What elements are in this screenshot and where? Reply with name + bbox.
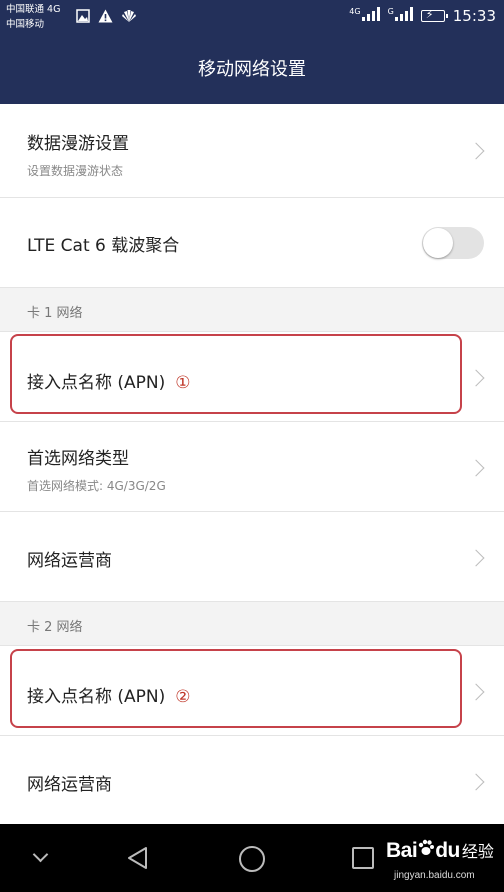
sim1-operator-title: 网络运营商 [27, 551, 112, 571]
watermark-cn: 经验 [461, 844, 494, 861]
sim1-section-label: 卡 1 网络 [27, 306, 83, 321]
battery-icon: ⚡ [420, 8, 448, 22]
chevron-right-icon [467, 683, 485, 701]
data-roaming-title: 数据漫游设置 [27, 134, 129, 154]
carrier-2: 中国移动 [6, 19, 45, 30]
sim2-network-section: 卡 2 网络 [0, 602, 504, 646]
highlight-box-1 [10, 334, 462, 414]
chevron-right-icon [467, 773, 485, 791]
sim2-network-type: G [387, 7, 394, 16]
chevron-right-icon [467, 369, 485, 387]
watermark-brand: Bai [386, 839, 418, 862]
carrier-info: 中国联通 4G 中国移动 [6, 2, 60, 32]
huawei-icon [121, 9, 137, 27]
preferred-network-title: 首选网络类型 [27, 449, 129, 469]
chevron-right-icon [467, 549, 485, 567]
image-icon [76, 9, 90, 27]
notification-icons [76, 9, 137, 27]
data-roaming-settings[interactable]: 数据漫游设置 设置数据漫游状态 [0, 104, 504, 198]
chevron-right-icon [467, 459, 485, 477]
sim1-network-section: 卡 1 网络 [0, 288, 504, 332]
data-roaming-subtitle: 设置数据漫游状态 [27, 164, 124, 178]
carrier-1: 中国联通 4G [6, 4, 61, 15]
watermark-url: jingyan.baidu.com [394, 870, 475, 881]
watermark-brand-end: du [435, 839, 460, 862]
system-status: 4G G ⚡ 15:33 [349, 7, 496, 25]
sim1-network-operator[interactable]: 网络运营商 [0, 512, 504, 602]
highlight-box-2 [10, 649, 462, 728]
nav-down-icon[interactable] [32, 846, 49, 863]
lte-cat6-title: LTE Cat 6 载波聚合 [27, 236, 180, 256]
lte-carrier-aggregation[interactable]: LTE Cat 6 载波聚合 [0, 198, 504, 288]
sim2-operator-title: 网络运营商 [27, 775, 112, 795]
sim2-signal: G [388, 7, 413, 25]
lte-cat6-toggle[interactable] [422, 227, 484, 259]
signal-icon [394, 7, 413, 21]
page-title: 移动网络设置 [0, 36, 504, 104]
paw-icon [417, 839, 435, 861]
preferred-network-type[interactable]: 首选网络类型 首选网络模式: 4G/3G/2G [0, 422, 504, 512]
navigation-bar: Bai du 经验 jingyan.baidu.com [0, 824, 504, 892]
sim2-section-label: 卡 2 网络 [27, 620, 83, 635]
chevron-right-icon [467, 142, 485, 160]
home-icon[interactable] [239, 846, 265, 872]
recent-apps-icon[interactable] [352, 847, 374, 869]
signal-icon [361, 7, 380, 21]
sim1-network-type: 4G [349, 7, 361, 16]
clock: 15:33 [452, 7, 496, 25]
toggle-knob [423, 228, 453, 258]
baidu-watermark: Bai du 经验 jingyan.baidu.com [386, 838, 494, 881]
sim1-signal: 4G [349, 7, 380, 25]
preferred-network-subtitle: 首选网络模式: 4G/3G/2G [27, 479, 166, 493]
sim2-network-operator[interactable]: 网络运营商 [0, 736, 504, 824]
back-icon[interactable] [126, 846, 148, 874]
status-bar: 中国联通 4G 中国移动 4G G ⚡ 15:33 [0, 0, 504, 36]
settings-list: 数据漫游设置 设置数据漫游状态 LTE Cat 6 载波聚合 卡 1 网络 接入… [0, 104, 504, 824]
warning-icon [98, 9, 113, 27]
